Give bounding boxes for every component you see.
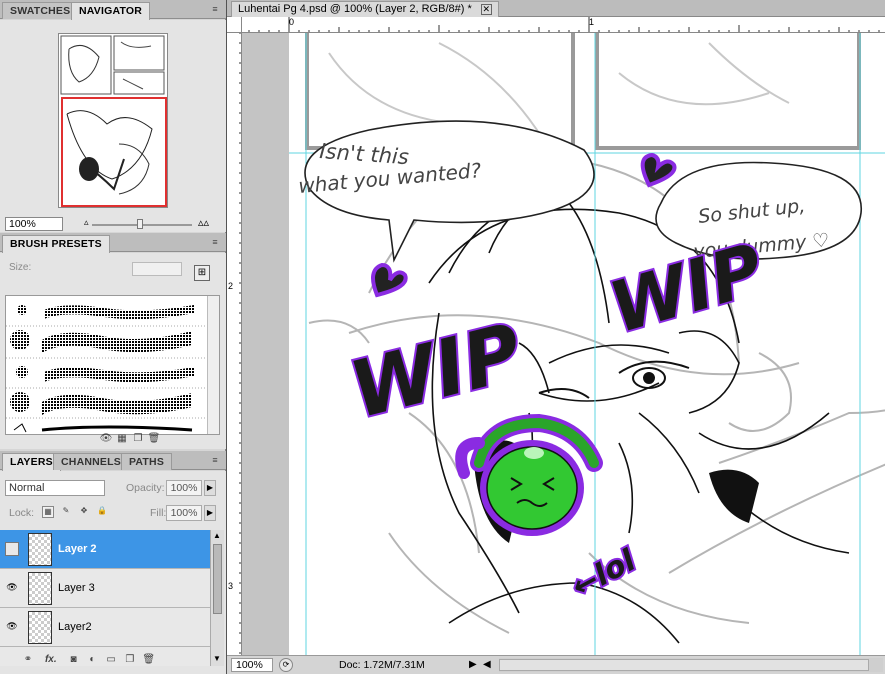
panel-column: SWATCHES NAVIGATOR ≡ 100% ▵ ▵▵ BRUSH PRE… [0, 0, 226, 674]
fill-label: Fill: [150, 507, 167, 519]
opacity-label: Opacity: [126, 482, 165, 494]
status-menu-arrow-icon[interactable]: ▶ [469, 658, 479, 672]
grid-icon[interactable]: ▦ [114, 433, 130, 444]
layer-list: Layer 2 👁 Layer 3 👁 Layer2 [0, 530, 210, 666]
navigator-thumbnail[interactable] [58, 33, 168, 208]
brush-panel-toggle-icon[interactable]: ⊞ [194, 265, 210, 281]
scroll-up-icon[interactable]: ▲ [213, 531, 221, 540]
ruler-number: 0 [289, 17, 295, 27]
group-icon[interactable]: ▭ [103, 654, 119, 665]
fx-icon[interactable]: fx. [39, 654, 63, 665]
layer-thumbnail [28, 572, 52, 605]
eye-icon[interactable]: 👁 [5, 620, 19, 634]
new-preset-icon[interactable]: ❐ [130, 433, 146, 444]
trash-icon[interactable]: 🗑 [141, 654, 157, 665]
horizontal-scroll-thumb[interactable] [499, 659, 869, 671]
layer-thumbnail [28, 611, 52, 644]
layer-thumbnail [28, 533, 52, 566]
new-layer-icon[interactable]: ❐ [122, 654, 138, 665]
document-tab[interactable]: Luhentai Pg 4.psd @ 100% (Layer 2, RGB/8… [231, 1, 499, 17]
navigator-slider-knob[interactable] [137, 219, 143, 229]
wip-right-text: WIP [601, 228, 772, 349]
ruler-number: 3 [228, 581, 234, 591]
status-zoom-field[interactable]: 100% [231, 658, 273, 672]
trash-icon[interactable]: 🗑 [146, 433, 162, 444]
layer-row[interactable]: 👁 Layer 3 [0, 569, 210, 608]
layer-name: Layer2 [58, 621, 92, 633]
brush-list-scrollbar[interactable] [207, 296, 219, 434]
zoom-in-icon[interactable]: ▵▵ [198, 216, 209, 229]
navigator-tabbar: SWATCHES NAVIGATOR ≡ [0, 0, 226, 20]
ruler-ticks [248, 17, 880, 32]
tab-brush-presets[interactable]: BRUSH PRESETS [2, 235, 110, 253]
layer-name: Layer 3 [58, 582, 95, 594]
tab-swatches[interactable]: SWATCHES [2, 2, 79, 19]
photoshop-window: SWATCHES NAVIGATOR ≡ 100% ▵ ▵▵ BRUSH PRE… [0, 0, 885, 674]
lock-label: Lock: [9, 507, 35, 519]
link-icon[interactable]: ⚭ [20, 654, 36, 665]
tab-channels[interactable]: CHANNELS [53, 453, 129, 470]
layer-scroll-thumb[interactable] [213, 544, 222, 614]
horizontal-ruler[interactable]: 0 1 [242, 17, 885, 33]
status-info-icon[interactable]: ⟳ [279, 658, 293, 672]
layers-panel-footer: ⚭ fx. ◙ ◐ ▭ ❐ 🗑 [20, 654, 220, 670]
ruler-ticks [239, 33, 241, 654]
lock-pixels-icon[interactable]: ✎ [60, 506, 72, 518]
brush-size-label: Size: [9, 262, 32, 273]
opacity-arrow-icon[interactable]: ▶ [204, 480, 216, 496]
horizontal-scrollbar[interactable] [499, 658, 883, 672]
scroll-left-icon[interactable]: ◀ [483, 658, 495, 672]
visibility-toggle[interactable] [5, 542, 19, 556]
ruler-number: 1 [589, 17, 595, 27]
tab-layers[interactable]: LAYERS [2, 453, 61, 471]
brush-stroke-previews [6, 305, 206, 433]
navigator-panel: 100% ▵ ▵▵ [0, 20, 226, 232]
layer-list-scrollbar[interactable]: ▲ ▼ [210, 530, 224, 666]
adjustment-icon[interactable]: ◐ [84, 654, 100, 665]
lol-text: ←lol [566, 543, 642, 605]
canvas[interactable]: Isn't this what you wanted? So shut up, … [289, 33, 885, 655]
layer-row[interactable]: Layer 2 [0, 530, 210, 569]
layers-panel: Normal Opacity: 100% ▶ Lock: ▦ ✎ ✥ 🔒 Fil… [0, 471, 226, 674]
lock-transparency-icon[interactable]: ▦ [42, 506, 54, 518]
panel-menu-icon[interactable]: ≡ [208, 4, 222, 14]
vertical-ruler[interactable]: 2 3 [227, 33, 242, 655]
brush-presets-panel: Size: ⊞ 👁 ▦ ❐ 🗑 [0, 253, 226, 449]
fill-field[interactable]: 100% [166, 505, 202, 521]
tab-paths[interactable]: PATHS [121, 453, 173, 470]
navigator-zoom-field[interactable]: 100% [5, 217, 63, 231]
panel-menu-icon[interactable]: ≡ [208, 455, 222, 465]
eye-brush-icon[interactable]: 👁 [98, 433, 114, 444]
navigator-zoom-slider[interactable] [92, 219, 192, 229]
blend-mode-select[interactable]: Normal [5, 480, 105, 496]
mask-icon[interactable]: ◙ [66, 654, 82, 665]
comic-artwork: Isn't this what you wanted? So shut up, … [289, 33, 885, 655]
pasteboard: Isn't this what you wanted? So shut up, … [242, 33, 885, 655]
lock-position-icon[interactable]: ✥ [78, 506, 90, 518]
tab-navigator[interactable]: NAVIGATOR [71, 2, 151, 20]
layers-tabbar: LAYERS CHANNELS PATHS ≡ [0, 451, 226, 471]
brush-preset-list[interactable] [5, 295, 220, 435]
close-icon[interactable]: ✕ [480, 3, 492, 15]
ruler-corner [227, 17, 242, 33]
brush-presets-tabbar: BRUSH PRESETS ≡ [0, 233, 226, 253]
layer-name: Layer 2 [58, 543, 97, 555]
document-size-info: Doc: 1.72M/7.31M [339, 659, 425, 671]
opacity-field[interactable]: 100% [166, 480, 202, 496]
panel-menu-icon[interactable]: ≡ [208, 237, 222, 247]
brush-panel-footer: 👁 ▦ ❐ 🗑 [98, 433, 162, 449]
document-tabbar: Luhentai Pg 4.psd @ 100% (Layer 2, RGB/8… [227, 0, 885, 17]
document-title: Luhentai Pg 4.psd @ 100% (Layer 2, RGB/8… [238, 3, 472, 15]
layer-row[interactable]: 👁 Layer2 [0, 608, 210, 647]
ruler-number: 2 [228, 281, 234, 291]
navigator-view-box[interactable] [61, 97, 167, 207]
eye-icon[interactable]: 👁 [5, 581, 19, 595]
lock-all-icon[interactable]: 🔒 [96, 506, 108, 518]
zoom-out-icon[interactable]: ▵ [84, 217, 89, 228]
fill-arrow-icon[interactable]: ▶ [204, 505, 216, 521]
brush-size-field[interactable] [132, 262, 182, 276]
status-bar: 100% ⟳ Doc: 1.72M/7.31M ▶ ◀ [227, 655, 885, 674]
